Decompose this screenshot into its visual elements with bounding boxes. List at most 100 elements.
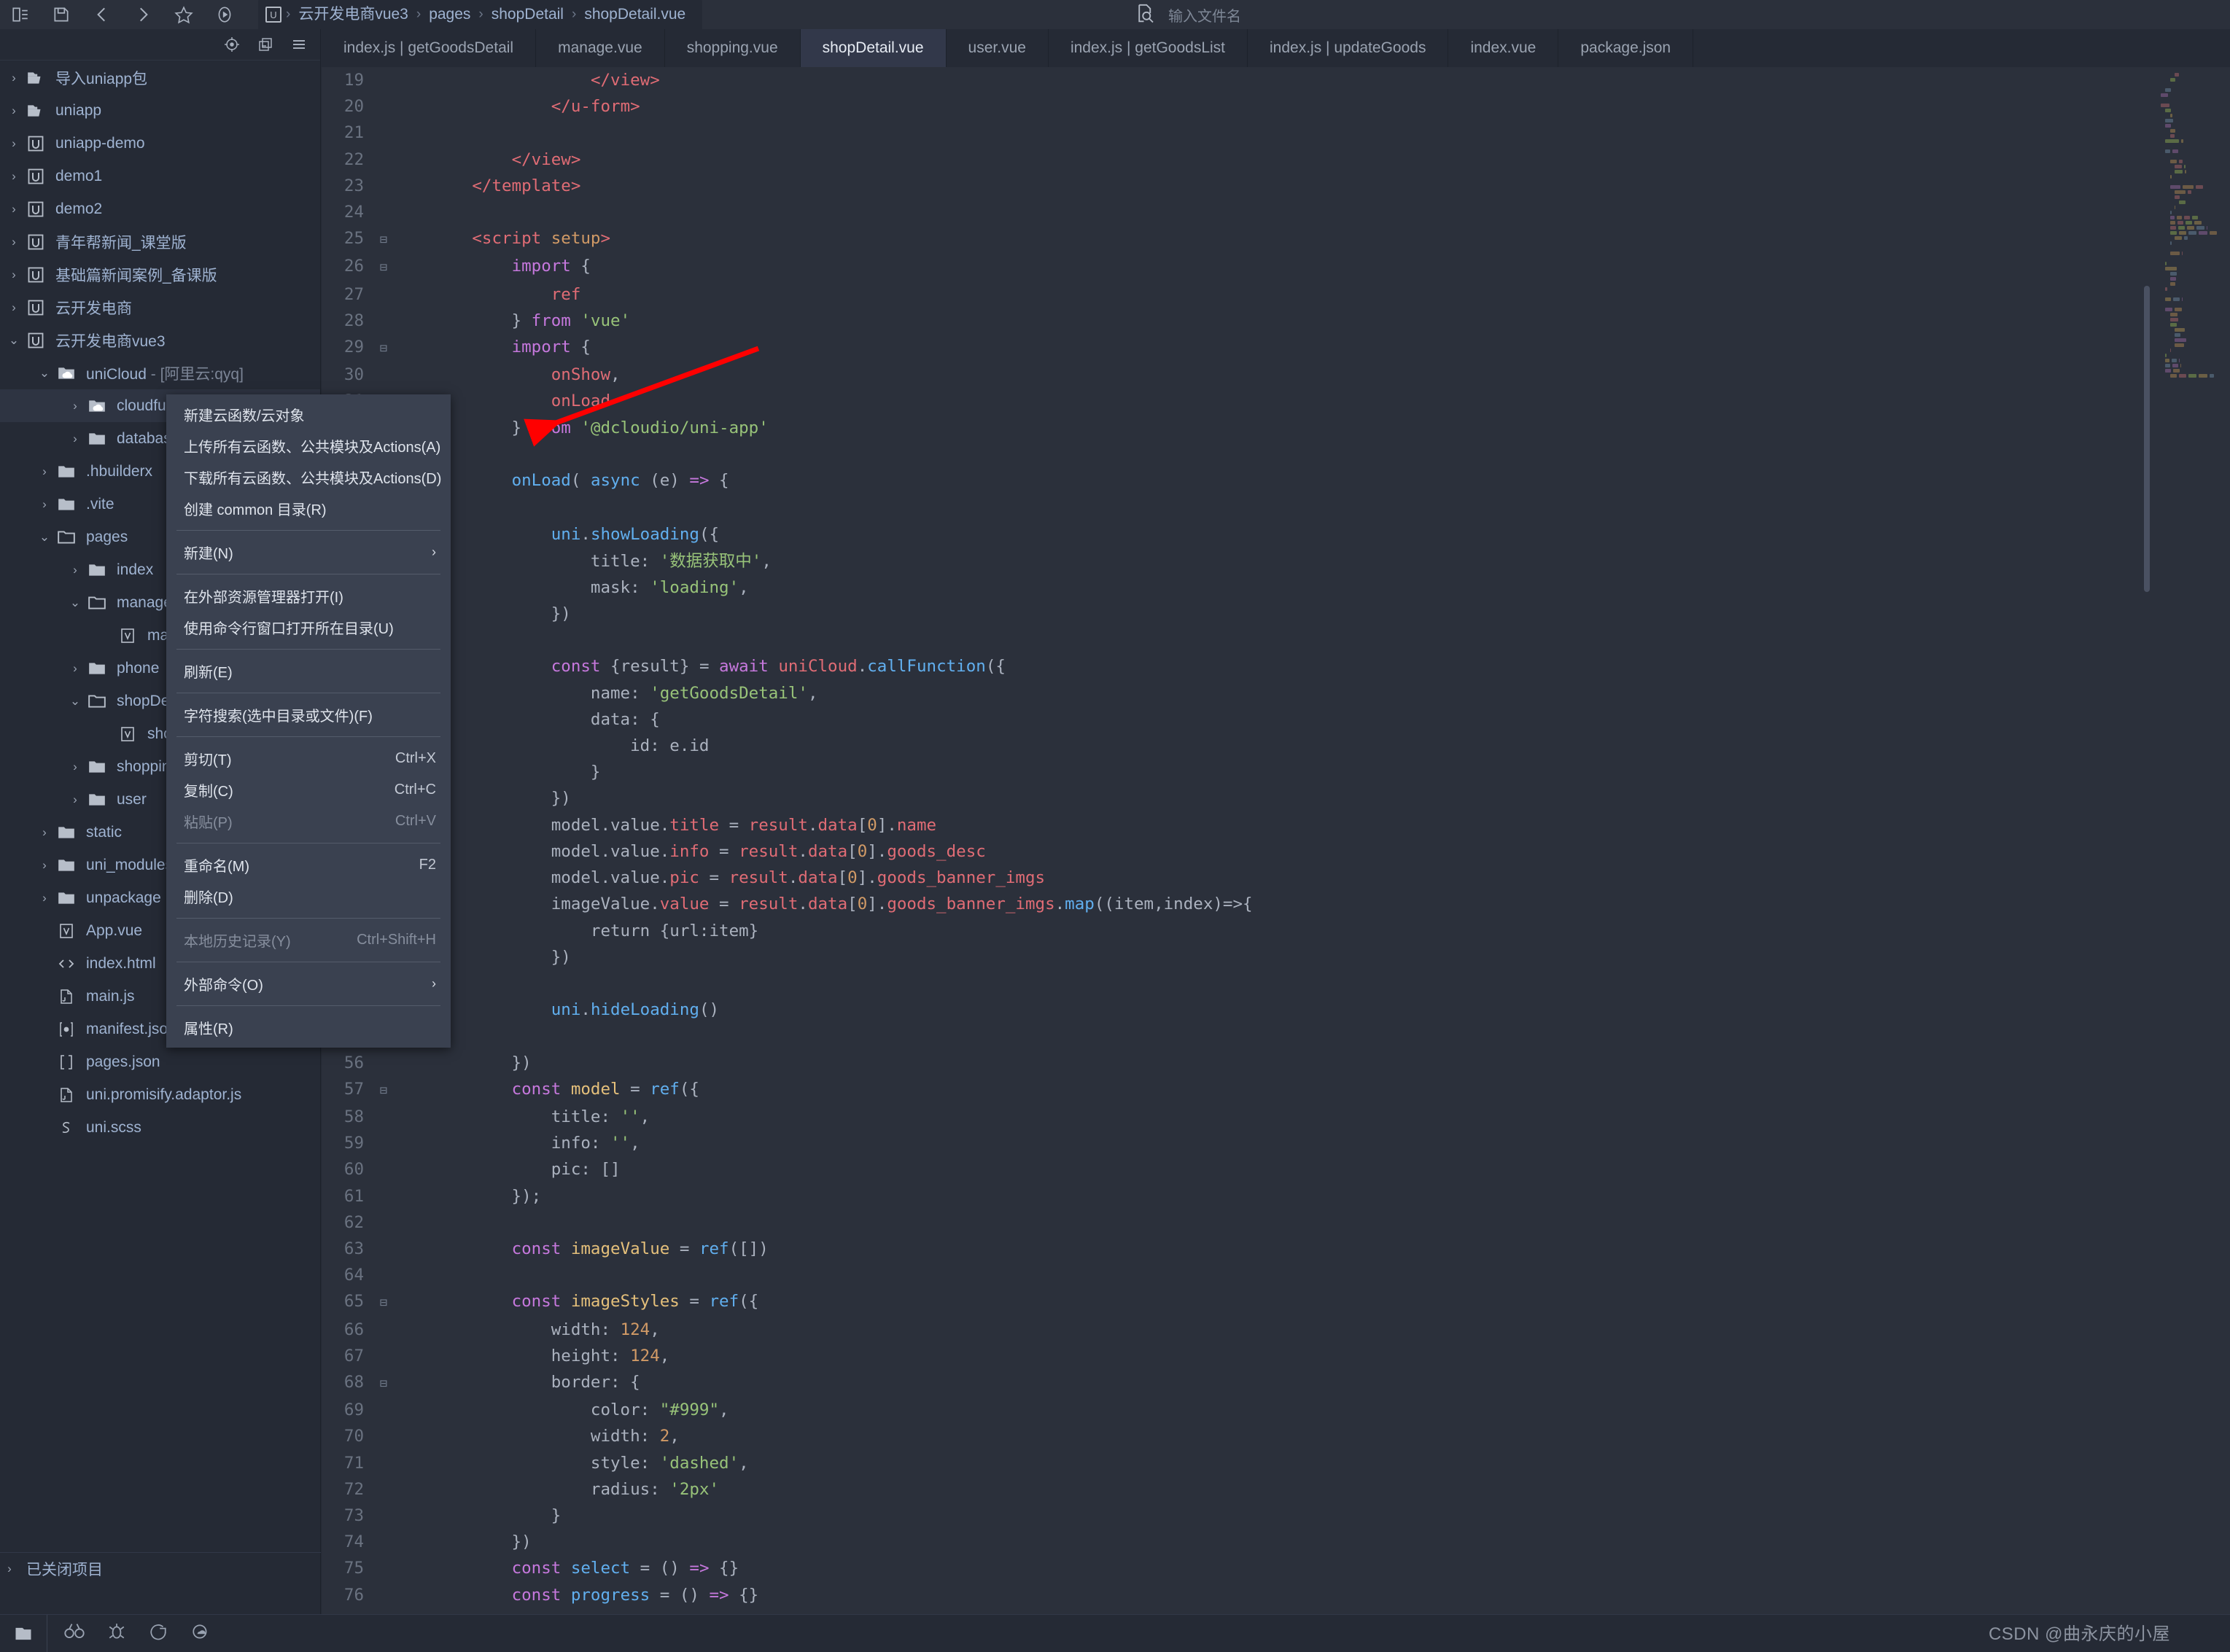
chevron-right-icon[interactable]: › [35,881,54,914]
context-menu-item[interactable]: 剪切(T) Ctrl+X [166,743,451,774]
context-menu-item[interactable]: 刷新(E) [166,655,451,687]
favorite-icon[interactable] [163,0,204,29]
context-menu-item[interactable]: 删除(D) [166,881,451,912]
tree-row[interactable]: › 青年帮新闻_课堂版 [0,225,320,258]
editor-scrollbar-thumb[interactable] [2144,286,2150,592]
chevron-right-icon[interactable]: › [4,160,23,192]
project-open-icon[interactable] [0,0,41,29]
context-menu-item[interactable]: 使用命令行窗口打开所在目录(U) [166,612,451,643]
context-menu-item[interactable]: 外部命令(O) › [166,968,451,1000]
context-menu-item-label: 重命名(M) [184,859,249,875]
tree-row[interactable]: ›uni.scss [0,1111,320,1144]
closed-projects-label: 已关闭项目 [26,1562,103,1578]
chevron-right-icon[interactable]: › [4,192,23,225]
forward-icon[interactable] [123,0,163,29]
context-menu-item[interactable]: 重命名(M) F2 [166,849,451,881]
tree-row-label: App.vue [86,922,143,939]
context-menu-item[interactable]: 在外部资源管理器打开(I) [166,580,451,612]
top-toolbar: U › 云开发电商vue3 › pages › shopDetail › sho… [0,0,2230,29]
debug-icon[interactable] [107,1622,126,1645]
editor-tab[interactable]: shopping.vue [664,29,801,67]
context-menu-item[interactable]: 新建(N) › [166,537,451,568]
editor-tab[interactable]: index.vue [1448,29,1559,67]
editor-tab[interactable]: index.js | updateGoods [1248,29,1449,67]
editor-tab[interactable]: package.json [1558,29,1694,67]
chevron-right-icon[interactable]: › [4,61,23,94]
tree-row[interactable]: › demo2 [0,192,320,225]
editor-tabbar[interactable]: index.js | getGoodsDetail manage.vue shopp… [322,29,2230,67]
chevron-right-icon[interactable]: › [4,291,23,324]
save-icon[interactable] [41,0,82,29]
chevron-right-icon[interactable]: › [35,455,54,488]
breadcrumb-item-3[interactable]: shopDetail.vue [578,0,692,29]
chevron-down-icon[interactable]: ⌄ [35,521,54,553]
chevron-down-icon[interactable]: ⌄ [66,685,85,717]
chevron-right-icon[interactable]: › [4,127,23,160]
file-context-menu[interactable]: 新建云函数/云对象 上传所有云函数、公共模块及Actions(A) 下载所有云函数、… [166,394,451,1048]
file-icon[interactable] [0,1624,47,1644]
context-menu-item[interactable]: 字符搜索(选中目录或文件)(F) [166,699,451,730]
chevron-right-icon[interactable]: › [35,488,54,521]
tree-row[interactable]: ›pages.json [0,1045,320,1078]
menu-icon[interactable] [284,30,314,59]
locate-file-icon[interactable] [217,30,247,59]
breadcrumb-item-1[interactable]: pages [422,0,477,29]
tree-row-label: pages [86,528,128,545]
chevron-right-icon[interactable]: › [66,422,85,455]
context-menu-item[interactable]: 属性(R) [166,1012,451,1043]
chevron-down-icon[interactable]: ⌄ [35,356,54,389]
chevron-right-icon[interactable]: › [35,849,54,881]
tree-row[interactable]: ⌄ 云开发电商vue3 [0,324,320,356]
sidebar-toolbar [0,29,320,61]
editor-tab[interactable]: user.vue [946,29,1049,67]
editor-minimap[interactable] [2151,67,2230,1614]
editor-tab[interactable]: shopDetail.vue [800,29,947,67]
chevron-right-icon[interactable]: › [66,652,85,685]
tree-row[interactable]: › 导入uniapp包 [0,61,320,94]
context-menu-item[interactable]: 下载所有云函数、公共模块及Actions(D) [166,461,451,493]
chevron-right-icon[interactable]: › [66,553,85,586]
context-menu-item[interactable]: 创建 common 目录(R) [166,493,451,524]
tree-row[interactable]: › demo1 [0,160,320,192]
chevron-right-icon[interactable]: › [66,389,85,422]
chevron-right-icon[interactable]: › [66,750,85,783]
chevron-down-icon[interactable]: ⌄ [4,324,23,356]
context-menu-item[interactable]: 复制(C) Ctrl+C [166,774,451,806]
file-search-bar[interactable]: 输入文件名 [1135,0,1241,29]
editor-tab[interactable]: index.js | getGoodsList [1048,29,1248,67]
context-menu-item: 粘贴(P) Ctrl+V [166,806,451,837]
tree-row[interactable]: › uniapp-demo [0,127,320,160]
run-icon[interactable] [204,0,245,29]
chevron-right-icon: › [432,976,436,991]
chevron-right-icon[interactable]: › [35,816,54,849]
terminal-icon[interactable] [148,1622,168,1645]
chevron-right-icon[interactable]: › [66,783,85,816]
cloud-icon[interactable] [190,1622,211,1645]
breadcrumb-item-0[interactable]: 云开发电商vue3 [292,0,415,29]
chevron-right-icon[interactable]: › [4,94,23,127]
file-search-input[interactable]: 输入文件名 [1168,4,1241,26]
context-menu-item-label: 下载所有云函数、公共模块及Actions(D) [184,471,442,487]
tree-row[interactable]: ⌄ uniCloud - [阿里云:qyq] [0,356,320,389]
editor-tab[interactable]: manage.vue [536,29,665,67]
tree-row[interactable]: › uniapp [0,94,320,127]
html-file-icon [54,947,79,980]
editor-tab[interactable]: index.js | getGoodsDetail [322,29,537,67]
back-icon[interactable] [82,0,123,29]
search-icon[interactable] [63,1622,85,1645]
context-menu-item[interactable]: 上传所有云函数、公共模块及Actions(A) [166,430,451,461]
chevron-down-icon[interactable]: ⌄ [66,586,85,619]
tree-row[interactable]: ›uni.promisify.adaptor.js [0,1078,320,1111]
closed-projects-row[interactable]: › 已关闭项目 [0,1552,321,1585]
chevron-right-icon[interactable]: › [4,225,23,258]
collapse-all-icon[interactable] [250,30,281,59]
breadcrumb-item-2[interactable]: shopDetail [485,0,570,29]
tree-row[interactable]: › 云开发电商 [0,291,320,324]
cloud-folder-icon [85,389,109,422]
context-menu-item[interactable]: 新建云函数/云对象 [166,399,451,430]
chevron-right-icon[interactable]: › [4,258,23,291]
code-content[interactable]: 19 </view> 20 </u-form> 21 22 </view> 23… [322,67,1253,1614]
tree-row[interactable]: › 基础篇新闻案例_备课版 [0,258,320,291]
context-menu-item-label: 剪切(T) [184,752,232,768]
code-editor[interactable]: 19 </view> 20 </u-form> 21 22 </view> 23… [322,67,2230,1614]
